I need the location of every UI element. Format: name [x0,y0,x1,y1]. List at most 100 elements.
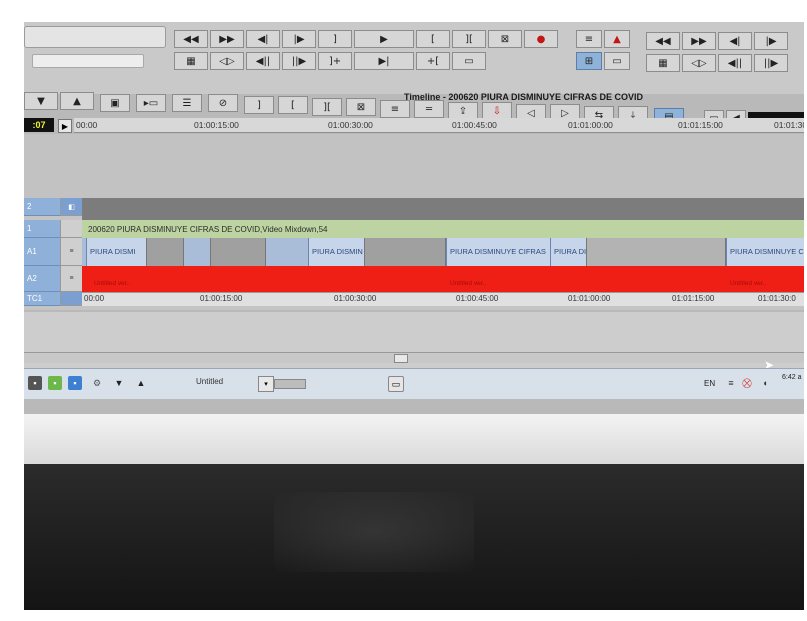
track-a2-toggle[interactable]: ≡ [60,266,82,292]
step-forward-button[interactable]: |▶ [282,30,316,48]
taskbar-monitor-icon[interactable]: ▪ [68,376,82,390]
ruler-tick: 01:00:45:00 [452,120,497,130]
scroll-down-button[interactable]: ▼ [24,92,58,110]
go-to-in-button[interactable]: ◀|| [246,52,280,70]
mark-out-button[interactable]: ] [318,30,352,48]
go-to-in-button-2[interactable]: ◀|| [718,54,752,72]
track-v2-area[interactable] [82,198,804,220]
timeline-title: Timeline - 200620 PIURA DISMINUYE CIFRAS… [404,92,644,102]
timecode-track-tc1[interactable]: 00:00 01:00:15:00 01:00:30:00 01:00:45:0… [82,292,804,306]
scroll-up-button[interactable]: ▲ [60,92,94,110]
match-frame-button-2[interactable]: ▦ [646,54,680,72]
splice-timeline-button[interactable]: ═ [414,100,444,118]
overwrite-timeline-button[interactable]: ≡ [380,100,410,118]
track-tc1-toggle[interactable] [60,292,82,306]
track-a1-label[interactable]: A1 [24,238,60,266]
a2-clip-label: Untitled ver.. [450,280,487,287]
play-in-out-button[interactable]: ▶| [354,52,414,70]
fast-forward-button[interactable]: ▶▶ [210,30,244,48]
audio-clip[interactable]: PIURA DISMINUYE CIFR [726,238,804,266]
lift-button[interactable]: ▲ [604,30,630,48]
mark-out-timeline-button[interactable]: ] [244,96,274,114]
tc-tick: 01:01:00:00 [568,294,611,303]
track-tc1-label[interactable]: TC1 [24,292,60,306]
match-frame-button[interactable]: ▦ [174,52,208,70]
play-mini-button[interactable]: ▶ [58,119,72,133]
step-back-button[interactable]: ◀| [246,30,280,48]
segment-mode-button[interactable]: ▣ [100,94,130,112]
go-to-out-button[interactable]: ||▶ [282,52,316,70]
video-mixdown-clip[interactable]: 200620 PIURA DISMINUYE CIFRAS DE COVID,V… [82,220,804,238]
play-button[interactable]: ▶ [354,30,414,48]
track-a2-label[interactable]: A2 [24,266,60,292]
clear-marks-button[interactable]: ][ [452,30,486,48]
jog-button-2[interactable]: ◁▷ [682,54,716,72]
no-entry-button[interactable]: ⊘ [208,94,238,112]
tc-tick: 01:01:15:00 [672,294,715,303]
effect-mode-button[interactable]: ☰ [172,94,202,112]
bin-slider[interactable] [274,379,306,389]
source-monitor-bar[interactable] [24,26,166,48]
scrollbar-thumb[interactable] [394,354,408,363]
mark-in-plus-button[interactable]: +[ [416,52,450,70]
audio-waveform [586,238,726,266]
audio-track-a2[interactable]: Untitled ver.. Untitled ver.. Untitled v… [82,266,804,292]
rewind-button[interactable]: ◀◀ [174,30,208,48]
clear-in-out-button[interactable]: ][ [312,98,342,116]
mark-out-plus-button[interactable]: ]+ [318,52,352,70]
system-clock[interactable]: 6:42 a [782,373,801,383]
audio-gap [210,238,266,266]
taskbar-folder-icon[interactable]: ▪ [48,376,62,390]
jog-button[interactable]: ◁▷ [210,52,244,70]
position-bar[interactable] [32,54,144,68]
step-forward-button-2[interactable]: |▶ [754,32,788,50]
timeline-toggle-button[interactable]: ⊞ [576,52,602,70]
audio-clip[interactable]: PIURA DISMIN [308,238,364,266]
tc-tick: 00:00 [84,294,105,303]
tray-arrow-icon[interactable]: ≡ [724,376,738,390]
track-v1-toggle[interactable] [60,220,82,238]
audio-clip[interactable]: PIURA DISMI [86,238,146,266]
taskbar-up-icon[interactable]: ▲ [134,376,148,390]
go-to-out-button-2[interactable]: ||▶ [754,54,788,72]
mark-clip-timeline-button[interactable]: ⊠ [346,98,376,116]
audio-gap [364,238,446,266]
track-v2-lock-icon[interactable]: ◧ [60,198,82,216]
trim-mode-button[interactable]: ▸▭ [136,94,166,112]
taskbar-settings-icon[interactable]: ⚙ [90,376,104,390]
fit-window-icon[interactable]: ▭ [388,376,404,392]
audio-clip[interactable]: PIURA DI [550,238,586,266]
overwrite-button[interactable]: ≡ [576,30,602,48]
ruler-tick: 00:00 [76,120,98,130]
timeline-scrollbar[interactable] [24,352,804,363]
record-button[interactable]: ● [524,30,558,48]
mark-in-button[interactable]: [ [416,30,450,48]
fast-forward-button-2[interactable]: ▶▶ [682,32,716,50]
tc-tick: 01:00:15:00 [200,294,243,303]
toolbar-area: ◀◀ ▶▶ ◀| |▶ ] ▶ [ ][ ⊠ ● ≡ ▲ ◀◀ ▶▶ ◀| |▶… [24,22,804,94]
language-indicator[interactable]: EN [704,379,715,388]
step-back-button-2[interactable]: ◀| [718,32,752,50]
taskbar-app-icon[interactable]: ▪ [28,376,42,390]
extract-button[interactable]: ▭ [604,52,630,70]
track-v1-label[interactable]: 1 [24,220,60,238]
tray-volume-icon[interactable]: ◖ [758,376,772,390]
empty-track-space [24,134,804,198]
ruler-tick: 01:00:15:00 [194,120,239,130]
timeline-ruler-top[interactable]: 00:00 01:00:15:00 01:00:30:00 01:00:45:0… [74,118,804,133]
track-a1-toggle[interactable]: ≡ [60,238,82,266]
taskbar-down-icon[interactable]: ▼ [112,376,126,390]
master-timecode: :07 [24,118,54,132]
splice-button[interactable]: ▭ [452,52,486,70]
bin-dropdown-icon[interactable]: ▾ [258,376,274,392]
windows-taskbar: ▪ ▪ ▪ ⚙ ▼ ▲ Untitled ▾ ▭ EN ≡ ⛒ ◖ 6:42 a [24,368,804,399]
bin-name: Untitled [196,377,224,386]
audio-clip[interactable]: PIURA DISMINUYE CIFRAS [446,238,550,266]
rewind-button-2[interactable]: ◀◀ [646,32,680,50]
tray-network-icon[interactable]: ⛒ [740,376,754,390]
mark-in-timeline-button[interactable]: [ [278,96,308,114]
tc-tick: 01:00:45:00 [456,294,499,303]
track-v2-label[interactable]: 2 [24,198,60,216]
mark-clip-button[interactable]: ⊠ [488,30,522,48]
avid-timeline-window: ◀◀ ▶▶ ◀| |▶ ] ▶ [ ][ ⊠ ● ≡ ▲ ◀◀ ▶▶ ◀| |▶… [24,22,804,414]
